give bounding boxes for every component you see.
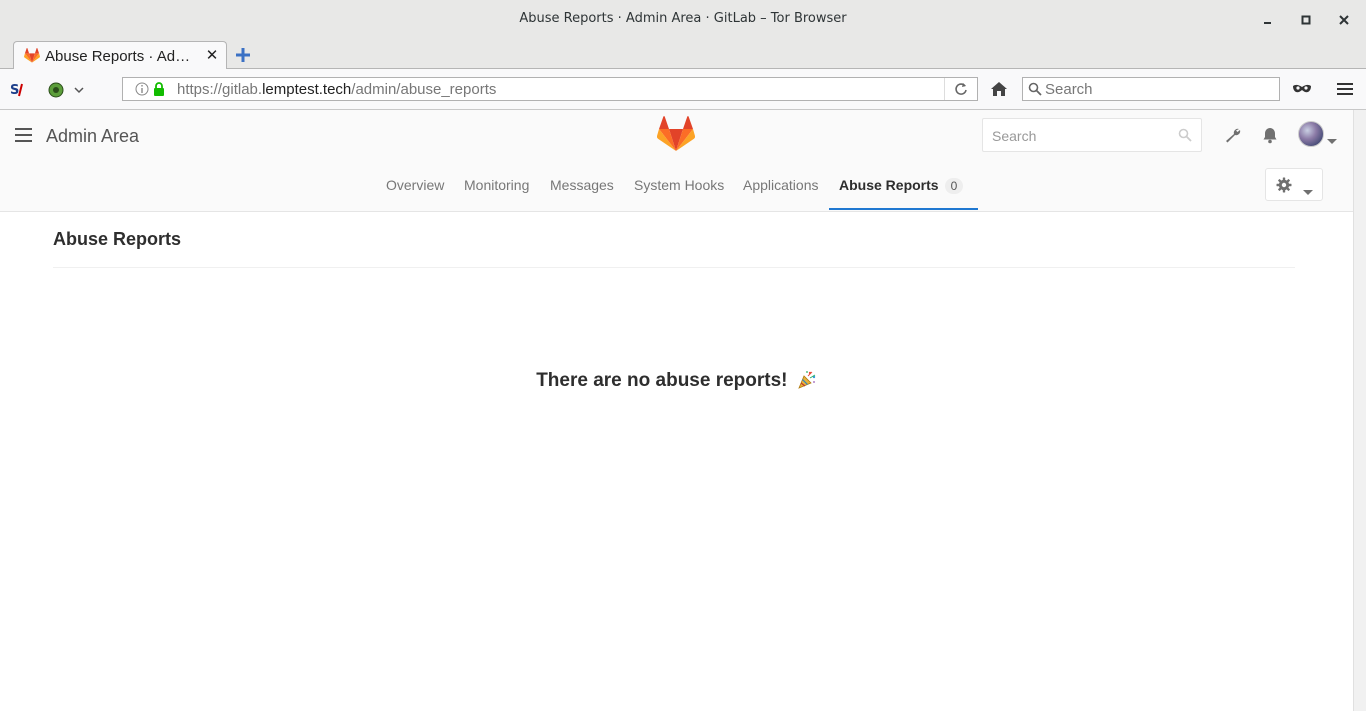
private-browsing-mask-icon[interactable] xyxy=(1292,81,1312,97)
party-popper-icon xyxy=(797,370,817,396)
noscript-icon[interactable]: S xyxy=(10,81,30,98)
browser-tab[interactable]: Abuse Reports · Ad… ✕ xyxy=(13,41,227,70)
tab-abuse-reports-label: Abuse Reports xyxy=(839,177,939,193)
gitlab-search-box[interactable] xyxy=(982,118,1202,152)
chevron-down-icon xyxy=(1303,183,1313,201)
tab-applications[interactable]: Applications xyxy=(743,177,819,193)
chevron-down-icon[interactable] xyxy=(73,83,85,95)
tab-abuse-reports[interactable]: Abuse Reports 0 xyxy=(839,177,964,194)
url-text: https://gitlab.lemptest.tech/admin/abuse… xyxy=(177,81,496,98)
tab-messages[interactable]: Messages xyxy=(550,177,614,193)
tab-title: Abuse Reports · Ad… xyxy=(45,48,191,65)
window-title: Abuse Reports · Admin Area · GitLab – To… xyxy=(519,11,847,26)
admin-subnav: Overview Monitoring Messages System Hook… xyxy=(0,160,1353,212)
url-bar[interactable]: https://gitlab.lemptest.tech/admin/abuse… xyxy=(122,77,978,101)
gitlab-favicon-icon xyxy=(24,48,40,63)
new-tab-icon[interactable] xyxy=(234,46,252,64)
reload-icon[interactable] xyxy=(944,78,977,100)
browser-search-input[interactable] xyxy=(1045,79,1275,99)
page-scrollbar[interactable] xyxy=(1353,110,1366,711)
divider xyxy=(53,267,1295,268)
settings-dropdown-button[interactable] xyxy=(1265,168,1323,201)
lock-icon[interactable] xyxy=(153,82,165,101)
abuse-reports-count-badge: 0 xyxy=(944,178,964,194)
sidebar-toggle-icon[interactable] xyxy=(15,128,32,142)
avatar[interactable] xyxy=(1298,121,1324,147)
chevron-down-icon[interactable] xyxy=(1327,132,1337,144)
url-path: /admin/abuse_reports xyxy=(351,81,497,98)
info-icon[interactable] xyxy=(135,82,149,101)
search-icon xyxy=(1028,82,1042,101)
page-title: Abuse Reports xyxy=(53,229,182,249)
tab-monitoring[interactable]: Monitoring xyxy=(464,177,529,193)
svg-text:S: S xyxy=(10,83,19,97)
active-tab-indicator xyxy=(829,208,978,210)
browser-menu-icon[interactable] xyxy=(1336,81,1354,97)
close-window-icon[interactable] xyxy=(1334,10,1354,30)
gitlab-logo-icon[interactable] xyxy=(656,116,696,152)
home-icon[interactable] xyxy=(990,80,1008,98)
url-prefix: https://gitlab. xyxy=(177,81,263,98)
page-area-title: Admin Area xyxy=(46,126,140,146)
bell-icon[interactable] xyxy=(1260,125,1280,145)
gitlab-search-input[interactable] xyxy=(992,127,1172,145)
close-tab-icon[interactable]: ✕ xyxy=(204,48,220,64)
wrench-icon[interactable] xyxy=(1223,125,1243,145)
minimize-icon[interactable] xyxy=(1258,10,1278,30)
search-icon xyxy=(1178,128,1192,147)
browser-search-bar[interactable] xyxy=(1022,77,1280,101)
empty-state-message: There are no abuse reports! xyxy=(0,370,1353,396)
tab-overview[interactable]: Overview xyxy=(386,177,444,193)
browser-navbar: S https://gitlab.lemptest.tech/admin/abu… xyxy=(0,69,1366,110)
tab-strip: Abuse Reports · Ad… ✕ xyxy=(0,40,1366,70)
tor-onion-icon[interactable] xyxy=(47,80,65,98)
gitlab-header: Admin Area xyxy=(0,110,1353,160)
empty-state-text: There are no abuse reports! xyxy=(536,370,788,391)
window-titlebar: Abuse Reports · Admin Area · GitLab – To… xyxy=(0,0,1366,40)
maximize-icon[interactable] xyxy=(1296,10,1316,30)
tab-system-hooks[interactable]: System Hooks xyxy=(634,177,724,193)
url-host: lemptest.tech xyxy=(262,81,352,98)
gear-icon xyxy=(1276,177,1292,198)
